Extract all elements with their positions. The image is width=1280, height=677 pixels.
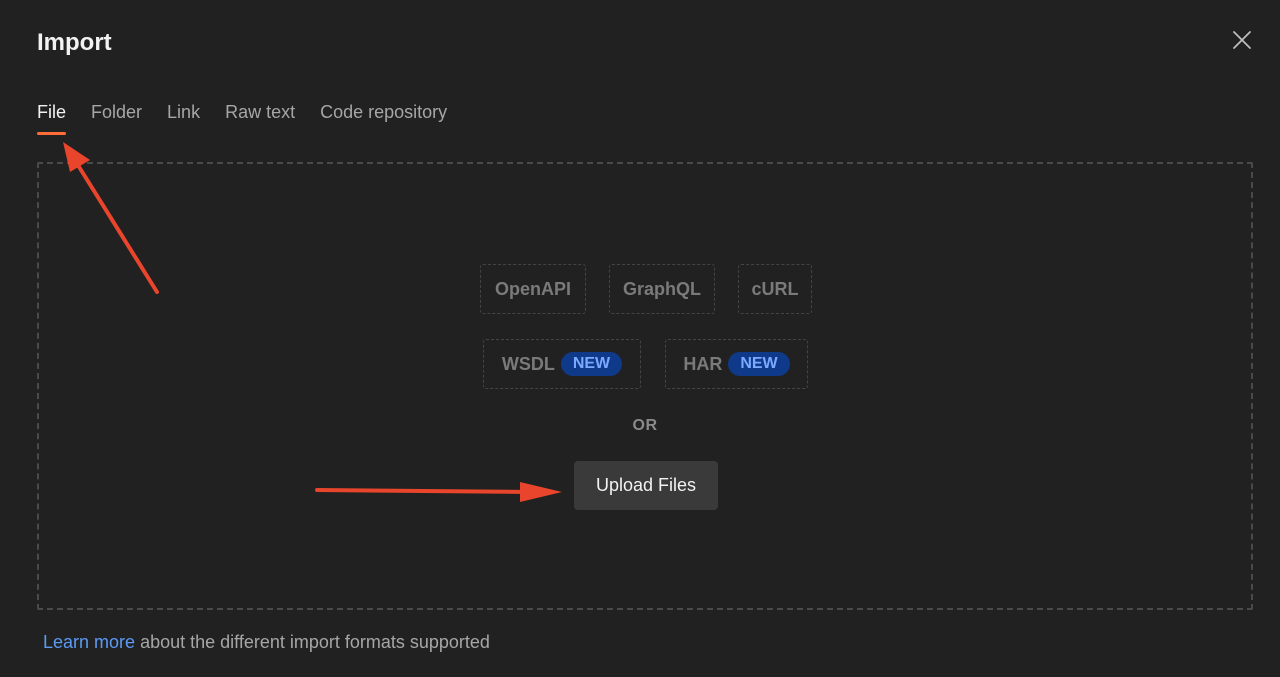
upload-files-button[interactable]: Upload Files: [574, 461, 718, 510]
format-label-har: HAR: [683, 353, 723, 374]
or-separator: OR: [632, 417, 658, 434]
tab-link[interactable]: Link: [167, 100, 200, 135]
close-button[interactable]: [1228, 26, 1256, 54]
import-dialog: Import File Folder Link Raw text Code re…: [0, 0, 1280, 677]
tab-raw-text[interactable]: Raw text: [225, 100, 295, 135]
new-badge: NEW: [728, 352, 790, 376]
tab-file[interactable]: File: [37, 100, 67, 135]
format-label-openapi: OpenAPI: [494, 278, 571, 299]
format-label-curl: cURL: [751, 278, 799, 299]
import-tabs: File Folder Link Raw text Code repositor…: [37, 100, 472, 135]
format-chip-har: HAR NEW: [665, 339, 808, 389]
format-label-wsdl: WSDL: [501, 353, 555, 374]
close-icon: [1233, 31, 1251, 49]
format-chip-openapi: OpenAPI: [480, 264, 586, 314]
format-label-graphql: GraphQL: [622, 278, 701, 299]
format-chip-curl: cURL: [738, 264, 812, 314]
learn-more-link[interactable]: Learn more: [43, 632, 135, 652]
new-badge: NEW: [560, 352, 623, 376]
file-dropzone[interactable]: OpenAPI GraphQL cURL WSDL NEW HAR NEW OR…: [37, 162, 1253, 610]
tab-code-repository[interactable]: Code repository: [320, 100, 447, 135]
footer-help-text: Learn more about the different import fo…: [43, 631, 490, 653]
dialog-title: Import: [37, 29, 112, 56]
footer-description: about the different import formats suppo…: [135, 632, 490, 652]
format-chip-graphql: GraphQL: [609, 264, 715, 314]
tab-folder[interactable]: Folder: [91, 100, 142, 135]
format-chip-wsdl: WSDL NEW: [483, 339, 641, 389]
